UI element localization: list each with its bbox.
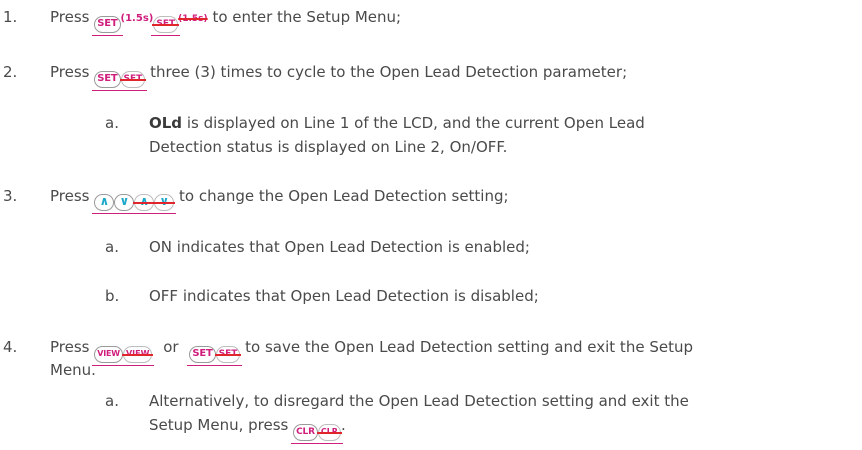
step-4-text: to save the Open Lead Detection setting …: [245, 338, 693, 356]
set-key-struck-icon: SET: [118, 71, 148, 91]
set-key-icon: SET: [92, 16, 123, 36]
step-4a-line2: Setup Menu, press CLR CLR.: [149, 414, 346, 444]
set-key-struck-icon: SET: [213, 346, 243, 366]
chevron-down-struck-icon: ∨: [152, 194, 177, 214]
step-3-line: Press ∧ ∨ ∧ ∨ to change the Open Lead Detec…: [50, 185, 509, 214]
step-3a-line: ON indicates that Open Lead Detection is…: [149, 238, 530, 256]
clr-key-icon: CLR: [291, 424, 320, 444]
set-key-struck-icon: SET: [151, 16, 180, 36]
set-key-icon: SET: [187, 346, 218, 366]
press-text: Press: [50, 338, 90, 356]
press-text: Press: [50, 8, 90, 26]
chevron-down-icon: ∨: [112, 194, 137, 214]
set-duration-struck: (1.5s): [178, 14, 208, 24]
step-3a-letter: a.: [105, 238, 119, 256]
step-4-line2: Menu.: [50, 361, 96, 379]
step-2-line: Press SET SET three (3) times to cycle to…: [50, 61, 628, 91]
clr-key-struck-icon: CLR: [315, 424, 344, 444]
press-text: Press: [50, 63, 90, 81]
step-4-number: 4.: [3, 338, 18, 356]
step-3-text: to change the Open Lead Detection settin…: [179, 187, 509, 205]
step-1-line: Press SET (1.5s) SET (1.5s) to enter the Se…: [50, 6, 402, 36]
step-2-number: 2.: [3, 63, 18, 81]
step-3b-line: OFF indicates that Open Lead Detection i…: [149, 287, 539, 305]
step-1-number: 1.: [3, 8, 18, 26]
step-4a-text: Setup Menu, press: [149, 416, 289, 434]
set-duration: (1.5s): [120, 13, 154, 24]
set-key-icon: SET: [92, 71, 123, 91]
view-key-icon: VIEW: [92, 346, 125, 366]
press-text: Press: [50, 187, 90, 205]
step-2a-letter: a.: [105, 114, 119, 132]
step-1-text: to enter the Setup Menu;: [212, 8, 402, 26]
view-key-struck-icon: VIEW: [120, 346, 155, 366]
step-2a-line2: Detection status is displayed on Line 2,…: [149, 138, 508, 156]
step-2a-text: is displayed on Line 1 of the LCD, and t…: [186, 114, 645, 132]
step-2-text: three (3) times to cycle to the Open Lea…: [150, 63, 628, 81]
step-3-number: 3.: [3, 187, 18, 205]
step-4a-letter: a.: [105, 392, 119, 410]
or-text: or: [163, 338, 179, 356]
step-2a-line1: OLd is displayed on Line 1 of the LCD, a…: [149, 112, 645, 134]
step-4-line1: Press VIEW VIEW or SET SET to save the Ope…: [50, 336, 693, 366]
chevron-up-icon: ∧: [92, 194, 117, 214]
step-4a-line1: Alternatively, to disregard the Open Lea…: [149, 392, 689, 410]
old-code: OLd: [149, 114, 183, 132]
step-3b-letter: b.: [105, 287, 120, 305]
chevron-up-struck-icon: ∧: [132, 194, 157, 214]
